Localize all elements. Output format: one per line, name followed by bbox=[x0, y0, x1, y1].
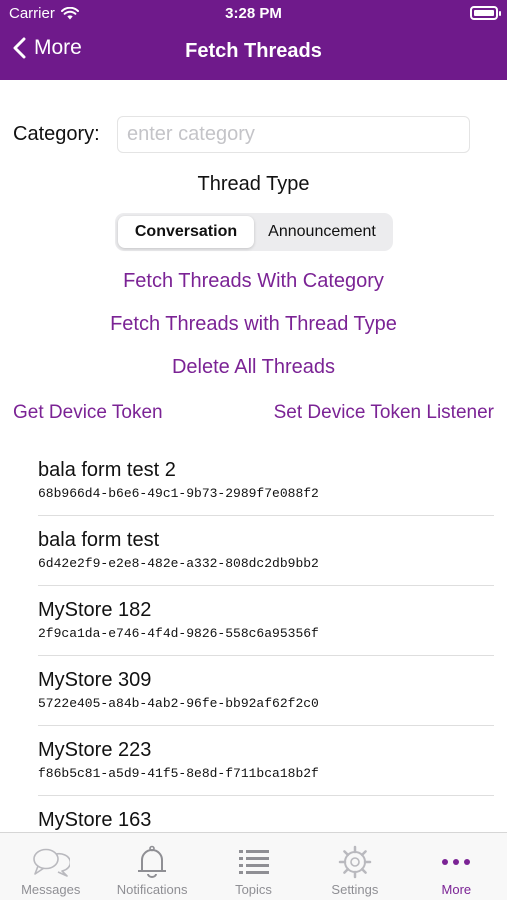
nav-header: Carrier 3:28 PM More Fetch Threads bbox=[0, 0, 507, 80]
nav-bar: More Fetch Threads bbox=[0, 30, 507, 76]
category-label: Category: bbox=[13, 123, 100, 145]
thread-name: MyStore 223 bbox=[38, 739, 152, 761]
thread-row[interactable]: MyStore 182 2f9ca1da-e746-4f4d-9826-558c… bbox=[38, 586, 494, 656]
chat-bubbles-icon bbox=[31, 845, 71, 879]
tab-label: Messages bbox=[21, 882, 81, 897]
thread-name: MyStore 163 bbox=[38, 809, 152, 831]
thread-id: 6d42e2f9-e2e8-482e-a332-808dc2db9bb2 bbox=[38, 556, 319, 571]
thread-name: bala form test 2 bbox=[38, 459, 176, 481]
gear-icon bbox=[335, 845, 375, 879]
page-title: Fetch Threads bbox=[185, 40, 322, 62]
thread-row[interactable]: MyStore 309 5722e405-a84b-4ab2-96fe-bb92… bbox=[38, 656, 494, 726]
thread-row[interactable]: MyStore 163 bbox=[38, 796, 494, 832]
tab-settings[interactable]: Settings bbox=[304, 833, 405, 900]
thread-id: 5722e405-a84b-4ab2-96fe-bb92af62f2c0 bbox=[38, 696, 319, 711]
tab-messages[interactable]: Messages bbox=[0, 833, 101, 900]
status-time: 3:28 PM bbox=[225, 5, 282, 22]
category-input[interactable] bbox=[117, 116, 470, 153]
thread-type-label: Thread Type bbox=[197, 173, 310, 195]
more-dots-icon bbox=[436, 845, 476, 879]
fetch-threads-with-category-button[interactable]: Fetch Threads With Category bbox=[0, 270, 507, 293]
status-bar: Carrier 3:28 PM bbox=[0, 0, 507, 28]
segment-announcement[interactable]: Announcement bbox=[254, 216, 390, 248]
fetch-threads-with-thread-type-button[interactable]: Fetch Threads with Thread Type bbox=[0, 313, 507, 336]
set-device-token-listener-button[interactable]: Set Device Token Listener bbox=[274, 402, 494, 424]
tab-more[interactable]: More bbox=[406, 833, 507, 900]
thread-id: f86b5c81-a5d9-41f5-8e8d-f711bca18b2f bbox=[38, 766, 319, 781]
thread-row[interactable]: MyStore 223 f86b5c81-a5d9-41f5-8e8d-f711… bbox=[38, 726, 494, 796]
battery-level bbox=[474, 10, 494, 16]
category-row: Category: bbox=[13, 116, 471, 153]
tab-label: More bbox=[441, 882, 472, 897]
list-icon bbox=[234, 845, 274, 879]
tab-notifications[interactable]: Notifications bbox=[101, 833, 202, 900]
thread-row[interactable]: bala form test 6d42e2f9-e2e8-482e-a332-8… bbox=[38, 516, 494, 586]
delete-all-threads-button[interactable]: Delete All Threads bbox=[0, 356, 507, 379]
bell-icon bbox=[132, 845, 172, 879]
get-device-token-button[interactable]: Get Device Token bbox=[13, 402, 163, 424]
tab-label: Settings bbox=[331, 882, 379, 897]
tab-bar: Messages Notifications Topics Settings M… bbox=[0, 832, 507, 900]
tab-label: Notifications bbox=[116, 882, 188, 897]
thread-type-segmented-control: Conversation Announcement bbox=[115, 213, 393, 251]
thread-id: 2f9ca1da-e746-4f4d-9826-558c6a95356f bbox=[38, 626, 319, 641]
thread-row[interactable]: bala form test 2 68b966d4-b6e6-49c1-9b73… bbox=[38, 446, 494, 516]
thread-name: bala form test bbox=[38, 529, 160, 551]
battery-icon bbox=[470, 6, 501, 20]
threads-list: bala form test 2 68b966d4-b6e6-49c1-9b73… bbox=[0, 446, 507, 832]
segment-conversation[interactable]: Conversation bbox=[118, 216, 254, 248]
tab-topics[interactable]: Topics bbox=[203, 833, 304, 900]
tab-label: Topics bbox=[235, 882, 272, 897]
thread-name: MyStore 309 bbox=[38, 669, 152, 691]
thread-id: 68b966d4-b6e6-49c1-9b73-2989f7e088f2 bbox=[38, 486, 319, 501]
thread-name: MyStore 182 bbox=[38, 599, 152, 621]
